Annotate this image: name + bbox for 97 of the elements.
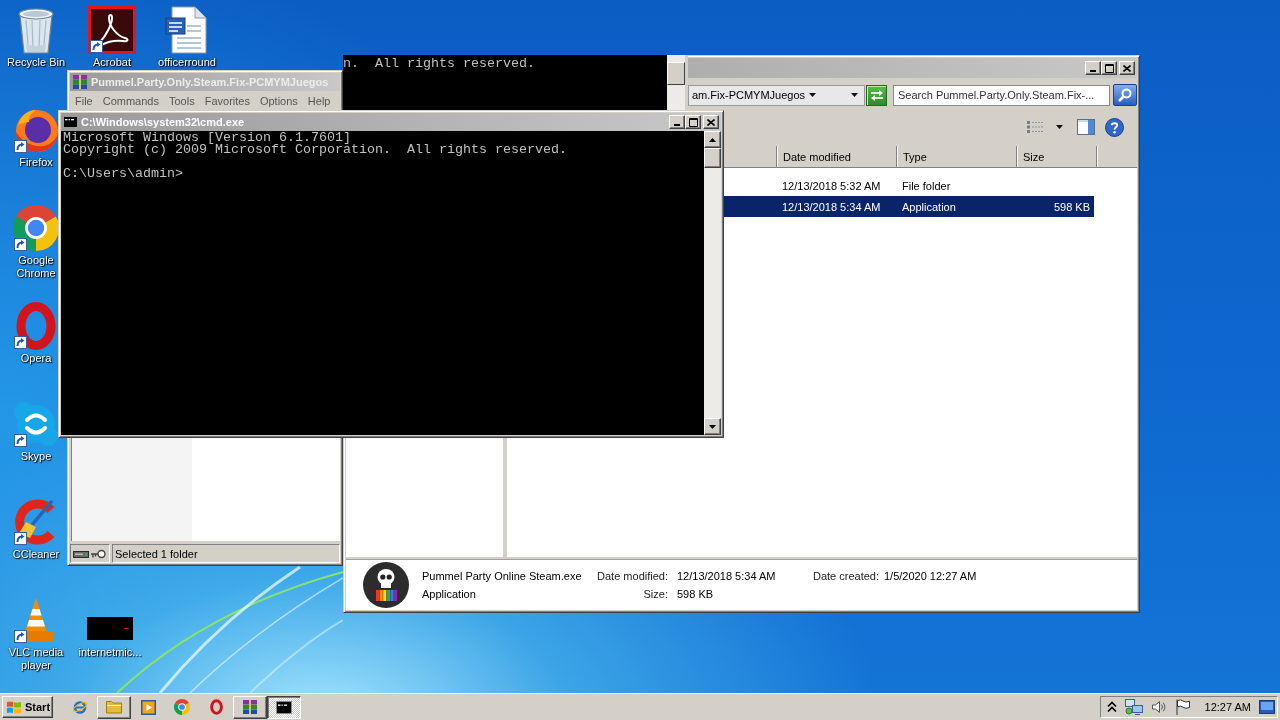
menu-item[interactable]: Tools — [164, 94, 200, 107]
menu-item[interactable]: Favorites — [199, 94, 255, 107]
column-header[interactable]: Date modified — [777, 146, 897, 167]
console-text: n. All rights reserved. — [343, 58, 536, 70]
console-icon — [276, 700, 292, 714]
file-type: Application — [421, 587, 477, 600]
chat-logo-icon[interactable] — [13, 401, 59, 447]
dropdown-arrow-icon[interactable] — [1056, 125, 1063, 129]
scrollbar[interactable] — [704, 131, 721, 435]
start-button[interactable]: Start — [2, 696, 53, 718]
minimize-icon — [674, 124, 680, 126]
menu-item[interactable]: Options — [254, 94, 303, 107]
speaker-icon[interactable] — [1150, 699, 1167, 715]
table-cell-text: 12/13/2018 5:32 AM — [781, 179, 882, 192]
book-stack-icon — [72, 74, 88, 90]
file-thumbnail-icon[interactable] — [87, 617, 133, 640]
refresh-icon — [869, 88, 884, 102]
icon-label[interactable]: officerround — [158, 56, 216, 69]
maximize-icon — [1104, 63, 1114, 73]
scroll-down-button[interactable] — [704, 418, 721, 435]
triangle-up-icon — [709, 137, 716, 142]
oval-ring-icon — [209, 699, 223, 715]
taskbar-button[interactable] — [267, 695, 301, 719]
console-text: Copyright (c) 2009 Microsoft Corporation. All rights reserved. — [63, 144, 568, 156]
field-value: 12/13/2018 5:34 AM — [676, 569, 777, 582]
maximize-button[interactable] — [1101, 61, 1117, 75]
segmented-circle-icon[interactable] — [13, 205, 59, 251]
segmented-circle-icon — [174, 699, 190, 715]
file-row[interactable]: 12/13/2018 5:34 AM Application 598 KB — [724, 196, 1094, 217]
refresh-button[interactable] — [866, 84, 887, 106]
close-button[interactable] — [1119, 61, 1135, 75]
file-row[interactable]: 12/13/2018 5:32 AM File folder — [724, 175, 1094, 196]
file-name: Pummel Party Online Steam.exe — [421, 569, 583, 582]
scroll-up-button[interactable] — [704, 131, 721, 148]
menu-item[interactable]: Help — [302, 94, 336, 107]
close-icon — [707, 118, 715, 126]
field-label: Date created: — [812, 569, 879, 582]
swirl-logo-icon[interactable] — [88, 6, 136, 54]
console-text: Microsoft Windows [Version 6.1.7601] — [63, 132, 351, 144]
close-button[interactable] — [703, 115, 719, 129]
field-label: Date modified: — [596, 569, 668, 582]
icon-label[interactable]: Acrobat — [93, 56, 131, 69]
maximize-button[interactable] — [685, 115, 701, 129]
breadcrumb-item[interactable]: am.Fix-PCMYMJuegos — [692, 89, 806, 101]
maximize-icon — [688, 117, 698, 127]
window-title: Pummel.Party.Only.Steam.Fix-PCMYMJuegos — [91, 76, 329, 88]
flag-icon[interactable] — [1174, 699, 1190, 715]
table-cell-text: File folder — [901, 179, 952, 192]
window-flag-icon — [6, 700, 22, 714]
caret-icon[interactable] — [809, 93, 817, 97]
drive-icon — [73, 548, 89, 559]
command-prompt: C:\Users\admin> — [63, 168, 184, 180]
field-value: 1/5/2020 12:27 AM — [883, 569, 978, 582]
key-icon — [90, 548, 106, 559]
close-icon — [1123, 64, 1131, 72]
status-text: Selected 1 folder — [112, 544, 340, 563]
icon-label[interactable]: CCleaner — [12, 548, 60, 561]
help-icon[interactable] — [1105, 117, 1124, 137]
field-value: 598 KB — [676, 587, 715, 600]
search-field[interactable]: Search Pummel.Party.Only.Steam.Fix-... — [893, 84, 1110, 106]
icon-label[interactable]: VLC media player — [6, 646, 66, 672]
chevron-up-icon[interactable] — [1106, 701, 1117, 713]
oval-ring-icon[interactable] — [16, 302, 56, 350]
address-bar[interactable]: am.Fix-PCMYMJuegos — [688, 84, 865, 106]
network-icon[interactable] — [1124, 699, 1143, 715]
minimize-icon — [1090, 70, 1096, 72]
globe-orbit-icon — [72, 699, 88, 715]
icon-label[interactable]: Google Chrome — [15, 254, 57, 280]
clock[interactable]: 12:27 AM — [1204, 701, 1251, 713]
window-title: C:\Windows\system32\cmd.exe — [81, 116, 245, 128]
icon-label[interactable]: Opera — [20, 352, 52, 365]
table-cell-text: 598 KB — [1052, 200, 1091, 213]
search-icon — [1118, 88, 1132, 102]
folder-icon — [106, 700, 122, 714]
play-tile-icon — [140, 699, 156, 715]
console-icon — [63, 116, 78, 128]
scrollbar[interactable] — [667, 55, 685, 111]
list-view-icon[interactable] — [1027, 120, 1043, 134]
column-header[interactable]: Size — [1017, 146, 1097, 167]
field-label: Size: — [642, 587, 668, 600]
table-cell-text: Application — [901, 200, 957, 213]
scrollbar-thumb[interactable] — [704, 148, 721, 168]
icon-label[interactable]: Firefox — [19, 156, 53, 169]
dropdown-arrow-icon[interactable] — [851, 93, 858, 97]
table-cell-text: 12/13/2018 5:34 AM — [781, 200, 882, 213]
minimize-button[interactable] — [669, 115, 685, 129]
menu-item[interactable]: File — [70, 94, 98, 107]
icon-label[interactable]: Skype — [20, 450, 52, 463]
triangle-down-icon — [709, 424, 716, 429]
minimize-button[interactable] — [1085, 61, 1101, 75]
preview-pane-icon[interactable] — [1077, 119, 1095, 135]
icon-label[interactable]: Recycle Bin — [6, 56, 66, 69]
book-stack-icon — [242, 699, 258, 715]
column-header[interactable]: Type — [897, 146, 1017, 167]
search-button[interactable] — [1113, 84, 1137, 106]
show-desktop-icon[interactable] — [1259, 700, 1275, 714]
menu-item[interactable]: Commands — [97, 94, 164, 107]
